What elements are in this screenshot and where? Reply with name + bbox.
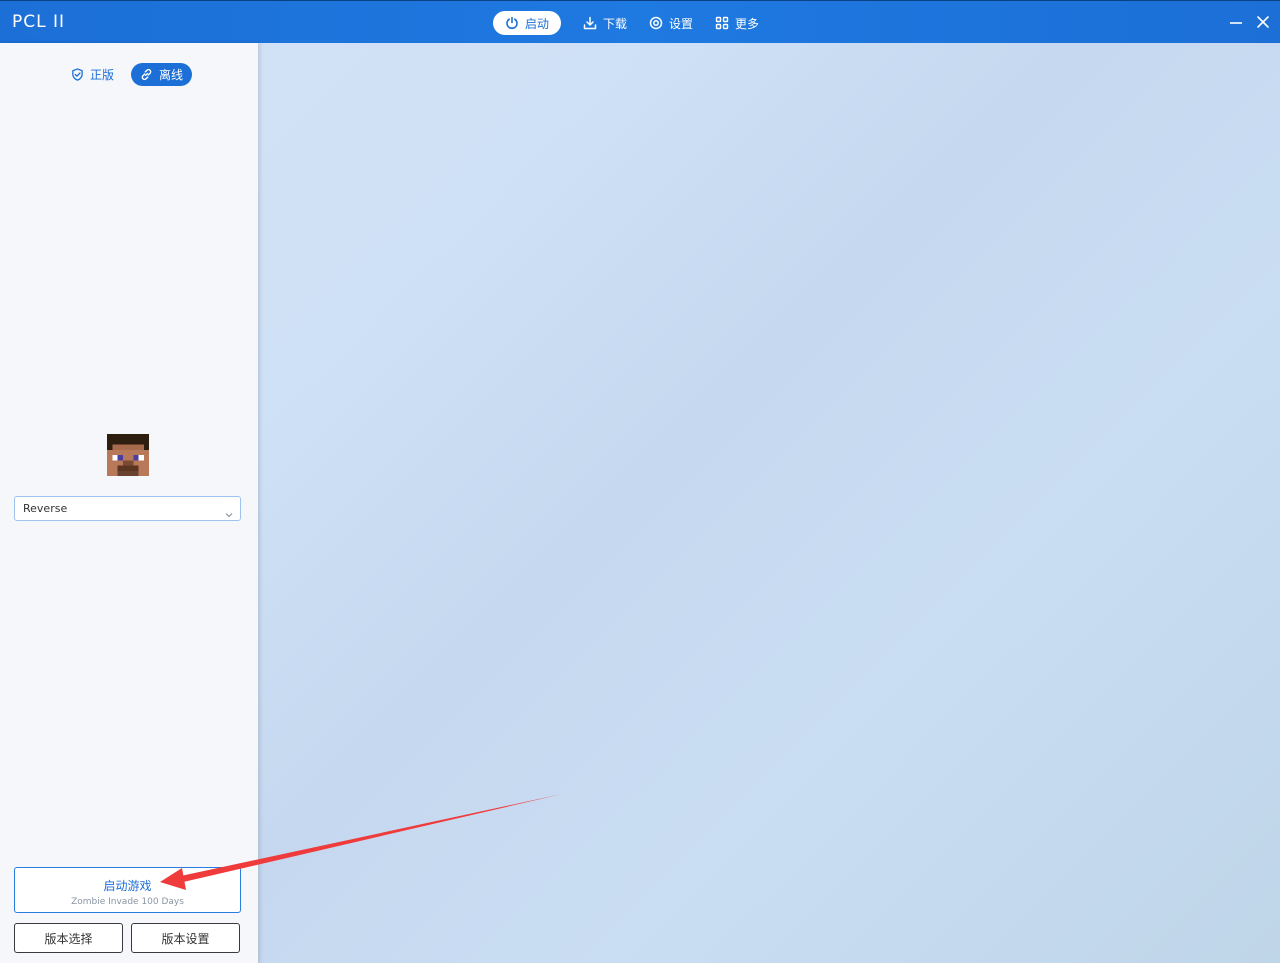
launch-game-button[interactable]: 启动游戏 Zombie Invade 100 Days [14, 867, 241, 913]
sidebar: 正版 离线 Reverse 启动游戏 Zombie Invade 100 Day… [0, 43, 258, 963]
mode-offline-label: 离线 [159, 68, 184, 82]
shield-check-icon [71, 68, 84, 81]
power-icon [505, 16, 519, 30]
nav-tab-launch[interactable]: 启动 [493, 11, 562, 35]
username-value: Reverse [23, 502, 68, 515]
nav-tab-settings[interactable]: 设置 [639, 11, 703, 35]
nav-tab-download[interactable]: 下载 [573, 11, 637, 35]
version-select-button[interactable]: 版本选择 [14, 923, 123, 953]
login-mode-toggle: 正版 离线 [62, 63, 193, 86]
minecraft-steve-avatar-image [107, 434, 149, 476]
title-bar: PCL II 启动 下载 设置 更多 [0, 0, 1280, 43]
minimize-button[interactable] [1227, 13, 1245, 31]
mode-official-button[interactable]: 正版 [62, 63, 123, 86]
launch-version-label: Zombie Invade 100 Days [71, 897, 184, 907]
app-title: PCL II [12, 12, 66, 32]
nav-tab-settings-label: 设置 [669, 16, 694, 31]
nav-tab-download-label: 下载 [603, 16, 628, 31]
close-icon [1254, 16, 1272, 35]
link-icon [140, 68, 153, 81]
username-select[interactable]: Reverse [14, 496, 241, 521]
main-nav: 启动 下载 设置 更多 [493, 11, 771, 35]
nav-tab-launch-label: 启动 [525, 16, 550, 31]
launch-game-label: 启动游戏 [103, 879, 152, 893]
close-button[interactable] [1254, 13, 1272, 31]
download-icon [583, 16, 597, 30]
minimize-icon [1227, 16, 1245, 35]
nav-tab-more-label: 更多 [735, 16, 760, 31]
gear-icon [649, 16, 663, 30]
version-settings-button[interactable]: 版本设置 [131, 923, 240, 953]
chevron-down-icon [224, 505, 234, 518]
mode-offline-button[interactable]: 离线 [131, 63, 193, 86]
avatar[interactable] [107, 434, 149, 476]
nav-tab-more[interactable]: 更多 [705, 11, 769, 35]
mode-official-label: 正版 [90, 68, 115, 82]
grid-icon [715, 16, 729, 30]
